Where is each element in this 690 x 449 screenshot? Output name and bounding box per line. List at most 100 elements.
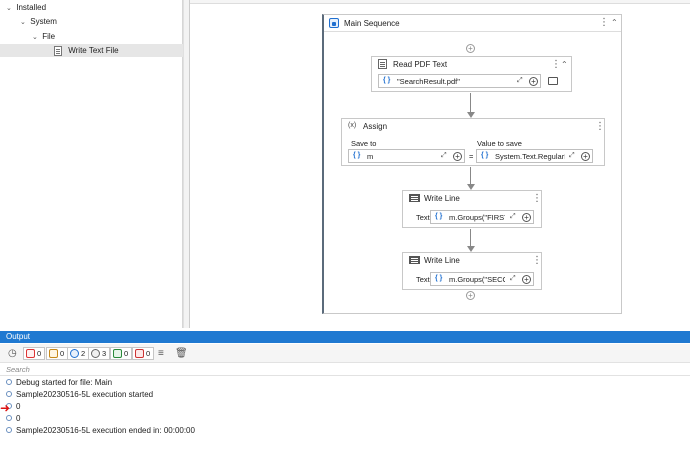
write-line-icon [409, 194, 420, 202]
add-activity-plus-icon[interactable]: + [466, 44, 475, 53]
expression-braces-icon: { } [353, 152, 361, 159]
designer-canvas: Main Sequence ⋮ ⌃ + Read PDF Text ⋮ ⌃ { … [189, 0, 690, 328]
assign-activity[interactable]: (x) Assign ⋮ Save to Value to save { } m… [341, 118, 605, 166]
kebab-menu-icon[interactable]: ⋮ [551, 60, 561, 70]
trace-icon [91, 349, 100, 358]
plus-icon[interactable]: + [581, 152, 590, 161]
studio-window: ⌄ Installed ⌄ System ⌄ File Write Text F… [0, 0, 690, 449]
info-icon [6, 378, 12, 385]
trash-icon[interactable]: 🗑 [175, 348, 188, 359]
value-to-save-label: Value to save [477, 139, 522, 148]
output-search[interactable]: Search [0, 364, 690, 376]
filter-info-button[interactable]: 2 [67, 347, 90, 360]
kebab-menu-icon[interactable]: ⋮ [599, 18, 609, 28]
expression-braces-icon: { } [383, 77, 391, 84]
tree-item-installed[interactable]: ⌄ Installed [6, 1, 46, 14]
text-field[interactable]: { } m.Groups("FIRST" ⤢ + [430, 210, 534, 224]
text-value: m.Groups("SECON [449, 275, 505, 284]
expand-editor-icon[interactable]: ⤢ [517, 77, 523, 85]
value-to-save-value: System.Text.RegularEx [495, 152, 565, 161]
filter-verbose-button[interactable]: 0 [110, 347, 133, 360]
sequence-icon [329, 18, 339, 28]
filter-trace-button[interactable]: 3 [88, 347, 111, 360]
info-icon [6, 414, 12, 421]
write-line-activity[interactable]: Write Line ⋮ Text { } m.Groups("FIRST" ⤢… [402, 190, 542, 228]
log-text: Sample20230516-5L execution ended in: 00… [16, 426, 195, 435]
filter-fatal-button[interactable]: 0 [132, 347, 155, 360]
save-to-value: m [367, 152, 374, 161]
chevron-down-icon[interactable]: ⌄ [6, 2, 14, 15]
kebab-menu-icon[interactable]: ⋮ [532, 194, 542, 204]
red-arrow-annotation-icon: ➜ [0, 401, 11, 415]
tree-item-label: Installed [16, 3, 47, 12]
activity-title: Assign [363, 122, 388, 131]
kebab-menu-icon[interactable]: ⋮ [595, 122, 605, 132]
write-line-activity[interactable]: Write Line ⋮ Text { } m.Groups("SECON ⤢ … [402, 252, 542, 290]
collapse-icon[interactable]: ⌃ [611, 18, 618, 28]
output-log: Debug started for file: Main Sample20230… [0, 377, 690, 449]
search-input[interactable]: Search [6, 365, 30, 374]
warning-icon [49, 349, 58, 358]
canvas-tab-main[interactable] [190, 0, 690, 4]
expand-editor-icon[interactable]: ⤢ [510, 275, 516, 283]
plus-icon[interactable]: + [522, 275, 531, 284]
expand-editor-icon[interactable]: ⤢ [510, 213, 516, 221]
activity-title: Write Line [424, 194, 460, 203]
filter-count: 2 [81, 349, 86, 358]
file-path-field[interactable]: { } "SearchResult.pdf" ⤢ + [378, 74, 541, 88]
add-activity-plus-icon[interactable]: + [466, 291, 475, 300]
expand-editor-icon[interactable]: ⤢ [569, 152, 575, 160]
chevron-down-icon[interactable]: ⌄ [20, 16, 28, 29]
log-text: 0 [16, 414, 21, 423]
equals-sign: = [469, 152, 474, 161]
expand-editor-icon[interactable]: ⤢ [441, 152, 447, 160]
chevron-down-icon[interactable]: ⌄ [32, 31, 40, 44]
list-filter-icon[interactable]: ≡ [158, 348, 164, 359]
info-icon [6, 390, 12, 397]
tree-item-file[interactable]: ⌄ File [32, 30, 55, 43]
expression-braces-icon: { } [481, 152, 489, 159]
tree-item-system[interactable]: ⌄ System [20, 15, 57, 28]
kebab-menu-icon[interactable]: ⋮ [532, 256, 542, 266]
activity-title: Write Line [424, 256, 460, 265]
info-icon [70, 349, 79, 358]
fatal-icon [135, 349, 144, 358]
write-line-icon [409, 256, 420, 264]
connector-line [470, 93, 471, 114]
info-icon [6, 426, 12, 433]
text-label: Text [416, 213, 430, 222]
log-text: Sample20230516-5L execution started [16, 390, 154, 399]
tree-item-label: File [42, 32, 56, 41]
plus-icon[interactable]: + [453, 152, 462, 161]
main-sequence[interactable]: Main Sequence ⋮ ⌃ + Read PDF Text ⋮ ⌃ { … [322, 14, 622, 314]
plus-icon[interactable]: + [529, 77, 538, 86]
plus-icon[interactable]: + [522, 213, 531, 222]
filter-warnings-button[interactable]: 0 [46, 347, 69, 360]
read-pdf-text-activity[interactable]: Read PDF Text ⋮ ⌃ { } "SearchResult.pdf"… [371, 56, 572, 92]
value-to-save-field[interactable]: { } System.Text.RegularEx ⤢ + [476, 149, 593, 163]
text-field[interactable]: { } m.Groups("SECON ⤢ + [430, 272, 534, 286]
sequence-title: Main Sequence [344, 19, 400, 28]
activity-header: (x) Assign ⋮ [342, 119, 605, 133]
log-text: Debug started for file: Main [16, 378, 113, 387]
tree-item-label: System [30, 17, 57, 26]
filter-errors-button[interactable]: 0 [23, 347, 46, 360]
tree-item-write-text-file[interactable]: Write Text File [0, 44, 183, 57]
log-entry: Sample20230516-5L execution started [6, 389, 153, 401]
activities-tree: ⌄ Installed ⌄ System ⌄ File Write Text F… [0, 0, 183, 328]
filter-count: 3 [102, 349, 107, 358]
activity-title: Read PDF Text [393, 60, 448, 69]
sequence-header: Main Sequence ⋮ ⌃ [324, 15, 621, 32]
folder-icon[interactable] [548, 77, 558, 85]
text-label: Text [416, 275, 430, 284]
save-to-field[interactable]: { } m ⤢ + [348, 149, 465, 163]
log-entry: Debug started for file: Main [6, 377, 112, 389]
log-text: 0 [16, 402, 21, 411]
filter-count: 0 [37, 349, 42, 358]
clock-icon[interactable]: ◷ [8, 348, 17, 359]
collapse-icon[interactable]: ⌃ [561, 60, 568, 70]
check-icon [113, 349, 122, 358]
file-icon [54, 45, 62, 56]
file-path-value: "SearchResult.pdf" [397, 77, 460, 86]
filter-count: 0 [60, 349, 65, 358]
